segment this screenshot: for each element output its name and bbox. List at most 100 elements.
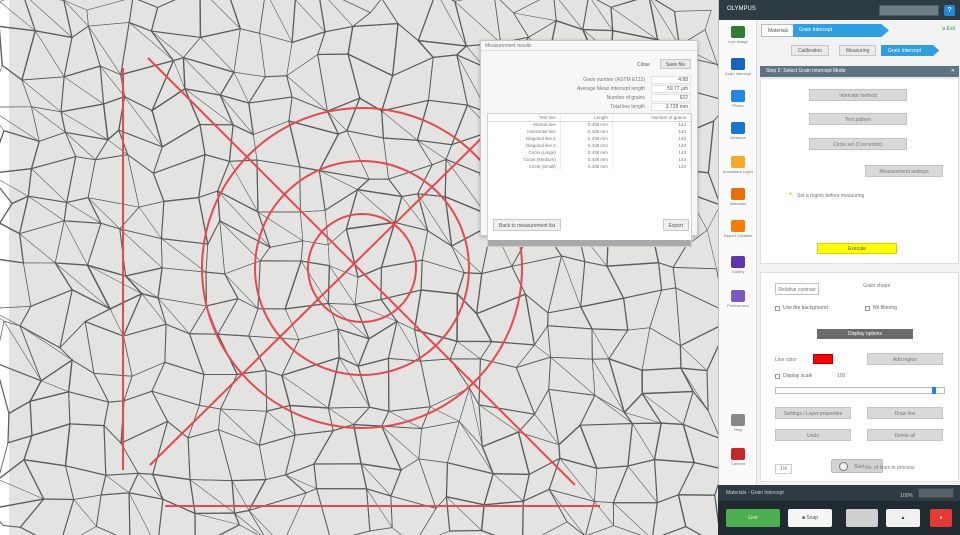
display-scale-checkbox[interactable]: Display scale <box>775 373 812 379</box>
delete-all-button[interactable]: Delete all <box>867 429 943 441</box>
tool-help[interactable]: Help <box>719 412 757 442</box>
tool-label: Measure <box>730 135 746 140</box>
grain-cell <box>548 457 598 502</box>
stat-value: 622 <box>651 93 691 102</box>
section-close-icon[interactable]: ✕ <box>951 66 955 77</box>
undo-button[interactable]: Undo <box>775 429 851 441</box>
add-region-button[interactable]: Add region <box>867 353 943 365</box>
no-filtering-checkbox[interactable]: No filtering <box>865 305 897 311</box>
mode-settings-box: Intercept method Test pattern Circle set… <box>760 78 959 264</box>
tool-report[interactable]: Report Creation <box>719 218 757 248</box>
tab-measuring[interactable]: Measuring <box>839 45 877 56</box>
grain-boundary <box>63 220 88 266</box>
app-title: OLYMPUS <box>727 6 756 12</box>
start-circle-icon <box>839 462 848 471</box>
circle-set-button[interactable]: Circle set (Concentric) <box>809 138 907 150</box>
tool-preferences[interactable]: Preferences <box>719 288 757 318</box>
grain-cell <box>382 0 434 42</box>
grain-cell <box>284 430 335 476</box>
grain-boundary <box>210 0 241 29</box>
search-input[interactable] <box>879 5 939 16</box>
grain-cell <box>19 220 65 264</box>
tab-calibration[interactable]: Calibration <box>791 45 829 56</box>
lines-per-page-select[interactable]: 1/4 <box>775 464 792 474</box>
draw-line-button[interactable]: Draw line <box>867 407 943 419</box>
tab-grain-intercept[interactable]: Grain Intercept <box>881 45 939 56</box>
grain-cell <box>513 0 557 38</box>
grain-cell <box>248 492 307 535</box>
execute-button[interactable]: Execute <box>817 243 897 254</box>
grain-cell <box>28 358 73 403</box>
tool-phase[interactable]: Phase <box>719 88 757 118</box>
exit-label: Exit <box>946 26 955 32</box>
status-text: Materials - Grain Intercept <box>726 490 784 496</box>
tool-camera[interactable]: Camera <box>719 446 757 476</box>
use-background-checkbox[interactable]: Use the background <box>775 305 828 311</box>
line-color-swatch[interactable] <box>813 354 833 364</box>
grain-boundary <box>328 407 354 425</box>
table-cell: 143 <box>612 142 692 149</box>
tool-annotation[interactable]: Annotation Layer <box>719 154 757 184</box>
tool-materials[interactable]: Materials <box>719 186 757 216</box>
grain-boundary <box>381 425 420 460</box>
slider-knob[interactable] <box>932 387 936 394</box>
table-scrollbar[interactable] <box>488 240 691 246</box>
grain-cell <box>287 120 340 172</box>
grain-cell <box>0 320 42 382</box>
grain-cell <box>677 461 718 496</box>
grain-cell <box>319 0 372 33</box>
grain-cell <box>390 458 437 509</box>
stat-value: 3.729 mm <box>651 102 691 111</box>
tool-measure[interactable]: Measure <box>719 120 757 150</box>
column-header[interactable]: Length <box>560 114 613 122</box>
breadcrumb-grain-intercept[interactable]: Grain Intercept <box>793 24 889 37</box>
table-row[interactable]: Diagonal line 2 0.438 mm 143 <box>488 142 692 149</box>
grain-cell <box>19 498 75 535</box>
table-cell: 0.438 mm <box>560 121 613 128</box>
annotation-icon <box>731 156 745 168</box>
table-row[interactable]: Circle (Small) 0.438 mm 143 <box>488 163 692 170</box>
test-circle-medium <box>254 160 470 376</box>
help-button[interactable]: ? <box>944 5 955 16</box>
grain-cell <box>606 262 663 299</box>
checkbox-label: No filtering <box>873 305 897 311</box>
lines-process-label: No. of lines to process <box>865 465 915 471</box>
live-button[interactable]: Live <box>726 509 780 527</box>
results-dialog[interactable]: Measurement results Close Save file Grai… <box>480 40 698 247</box>
tool-live-image[interactable]: Live Image <box>719 24 757 54</box>
grain-cell <box>151 473 196 515</box>
table-row[interactable]: Circle (Medium) 0.438 mm 143 <box>488 156 692 163</box>
exit-button[interactable]: ⇲ Exit <box>941 26 955 32</box>
measurement-settings-button[interactable]: Measurement settings <box>865 165 943 177</box>
test-pattern-button[interactable]: Test pattern <box>809 113 907 125</box>
home-button[interactable]: ▲ <box>886 509 920 527</box>
stat-label: Grain number (ASTM E112) <box>583 76 645 83</box>
grain-cell <box>62 494 102 535</box>
display-options-toggle[interactable]: Display options <box>817 329 913 339</box>
table-row[interactable]: Diagonal line 1 0.438 mm 143 <box>488 135 692 142</box>
status-select[interactable] <box>918 488 954 498</box>
grain-cell <box>0 458 45 508</box>
table-row[interactable]: Circle (Large) 0.438 mm 143 <box>488 149 692 156</box>
tool-gallery[interactable]: Gallery <box>719 254 757 284</box>
record-button[interactable] <box>846 509 878 527</box>
settings-layer-button[interactable]: Settings / Layer properties <box>775 407 851 419</box>
back-to-list-button[interactable]: Back to measurement list <box>493 219 562 231</box>
intercept-method-button[interactable]: Intercept method <box>809 89 907 101</box>
dialog-close-button[interactable]: Close <box>631 59 656 69</box>
grain-cell <box>68 359 110 403</box>
column-header[interactable]: Number of grains <box>612 114 692 122</box>
tool-grain-intercept[interactable]: Grain Intercept <box>719 56 757 86</box>
bottom-bar: Live ■ Snap ▲ ● <box>718 501 960 535</box>
snapshot-button[interactable]: ■ Snap <box>788 509 832 527</box>
table-row[interactable]: Horizontal line 0.438 mm 143 <box>488 128 692 135</box>
stop-button[interactable]: ● <box>930 509 952 527</box>
grain-cell <box>84 320 133 377</box>
breadcrumb-materials[interactable]: Materials <box>761 24 796 37</box>
dialog-save-button[interactable]: Save file <box>659 59 691 69</box>
export-button[interactable]: Export <box>662 219 689 231</box>
column-header[interactable]: Test line <box>488 114 561 122</box>
table-row[interactable]: Vertical line 0.438 mm 143 <box>488 121 692 128</box>
contrast-select[interactable]: Relative contrast <box>775 283 819 295</box>
scale-slider[interactable] <box>775 387 945 394</box>
